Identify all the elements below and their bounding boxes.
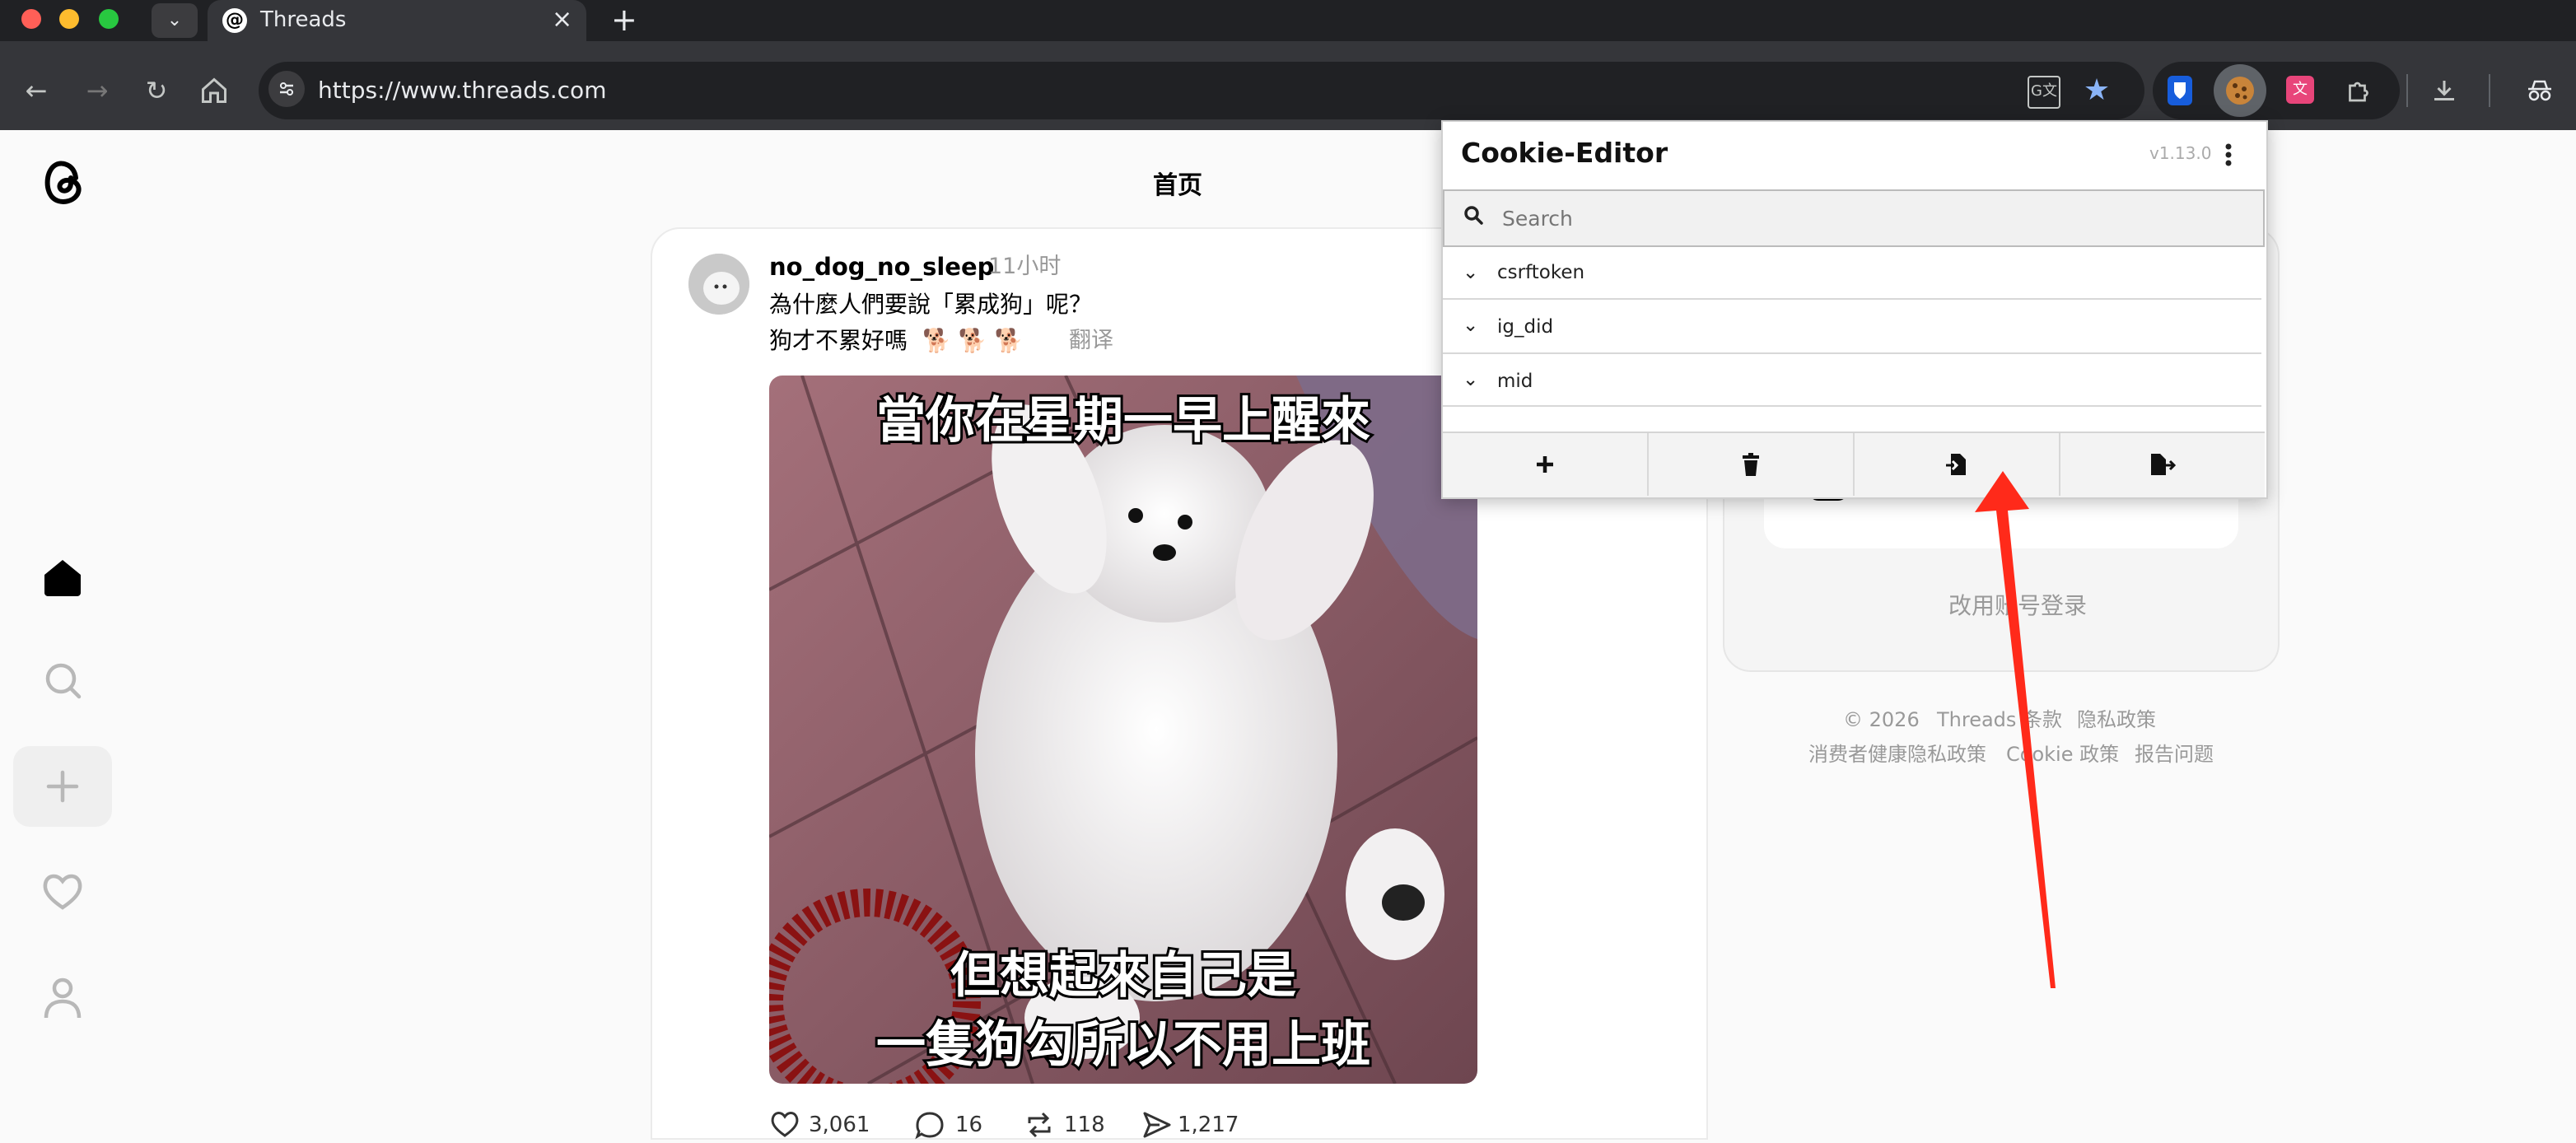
annotation-arrow (1975, 471, 2056, 988)
post-time[interactable]: 11小时 (988, 252, 1061, 282)
tab-title: Threads (260, 7, 347, 32)
forward-icon[interactable]: → (81, 74, 114, 107)
toolbar-divider-2 (2489, 74, 2490, 107)
meme-caption-bottom-1: 但想起來自己是 (948, 945, 1299, 1007)
chevron-down-icon: ⌄ (1463, 369, 1479, 390)
cookie-editor-extension-button[interactable] (2214, 64, 2266, 117)
more-options-icon[interactable] (2220, 140, 2237, 173)
comment-icon[interactable] (914, 1110, 945, 1143)
translate-page-icon[interactable]: G文 (2028, 76, 2060, 109)
bookmark-star-icon[interactable]: ★ (2079, 74, 2115, 107)
site-info-icon[interactable] (268, 71, 305, 107)
footer-report-link[interactable]: 报告问题 (2135, 739, 2214, 769)
translate-link[interactable]: 翻译 (1069, 326, 1113, 356)
add-cookie-button[interactable] (1443, 433, 1649, 496)
repost-count: 118 (1064, 1113, 1105, 1137)
doge-emoji-group: 🐕 🐕 🐕 (922, 327, 1024, 354)
cookie-search-input[interactable] (1500, 201, 2228, 236)
cookie-editor-title: Cookie-Editor (1461, 137, 1668, 169)
share-count: 1,217 (1178, 1113, 1239, 1137)
footer-copyright: © 2026 (1843, 708, 1920, 731)
reload-icon[interactable]: ↻ (140, 74, 173, 107)
tab-search-chevron-icon[interactable]: ⌄ (152, 3, 198, 38)
meme-caption-top: 當你在星期一早上醒來 (874, 390, 1373, 452)
chevron-down-icon: ⌄ (1463, 262, 1479, 283)
new-tab-button[interactable]: + (611, 2, 637, 38)
activity-heart-nav-icon[interactable] (40, 870, 86, 916)
url-text: https://www.threads.com (318, 77, 607, 104)
maximize-window-button[interactable] (99, 9, 119, 29)
page-title: 首页 (1153, 171, 1202, 200)
delete-all-button[interactable] (1649, 433, 1855, 496)
trash-icon (1743, 453, 1759, 476)
cookie-row-mid[interactable] (1443, 354, 2261, 407)
meme-caption-bottom-2: 一隻狗勾所以不用上班 (874, 1014, 1373, 1076)
profile-nav-icon[interactable] (41, 975, 84, 1024)
search-icon (1463, 204, 1484, 229)
toolbar-divider (2406, 74, 2408, 107)
post-image[interactable]: 當你在星期一早上醒來 但想起來自己是 一隻狗勾所以不用上班 (769, 376, 1477, 1084)
like-icon[interactable] (769, 1110, 800, 1141)
post-text-line1: 為什麼人們要說「累成狗」呢？ (769, 291, 1093, 318)
export-cookies-button[interactable] (2060, 433, 2265, 496)
chevron-down-icon: ⌄ (1463, 315, 1479, 336)
incognito-profile-icon[interactable] (2525, 77, 2555, 107)
home-nav-icon[interactable] (40, 553, 86, 603)
back-icon[interactable]: ← (20, 74, 53, 107)
home-icon[interactable] (199, 76, 229, 109)
file-export-icon (2151, 454, 2176, 475)
like-count: 3,061 (809, 1113, 870, 1137)
threads-favicon-icon: @ (222, 8, 247, 33)
translator-extension-icon[interactable]: 文 (2286, 76, 2314, 104)
create-nav-button[interactable] (13, 746, 112, 827)
search-nav-icon[interactable] (41, 659, 84, 705)
post-username[interactable]: no_dog_no_sleep (769, 252, 994, 282)
minimize-window-button[interactable] (59, 9, 79, 29)
threads-logo[interactable] (33, 153, 92, 216)
close-window-button[interactable] (21, 9, 41, 29)
plus-icon (1537, 456, 1553, 473)
extensions-puzzle-icon[interactable] (2344, 76, 2373, 109)
comment-count: 16 (955, 1113, 983, 1137)
cookie-name: mid (1497, 371, 1533, 392)
cookie-row-ig-did[interactable] (1443, 301, 2261, 354)
footer-privacy-link[interactable]: 隐私政策 (2077, 705, 2156, 735)
post-text-line2: 狗才不累好嗎 (769, 327, 908, 354)
repost-icon[interactable] (1023, 1110, 1056, 1143)
close-tab-icon[interactable]: × (552, 3, 572, 36)
downloads-icon[interactable] (2429, 76, 2459, 109)
share-icon[interactable] (1141, 1110, 1173, 1143)
cookie-name: ig_did (1497, 316, 1554, 338)
cookie-editor-version: v1.13.0 (2149, 143, 2212, 163)
bitwarden-extension-icon[interactable] (2168, 76, 2192, 105)
avatar[interactable] (688, 254, 749, 315)
cookie-name: csrftoken (1497, 262, 1585, 283)
